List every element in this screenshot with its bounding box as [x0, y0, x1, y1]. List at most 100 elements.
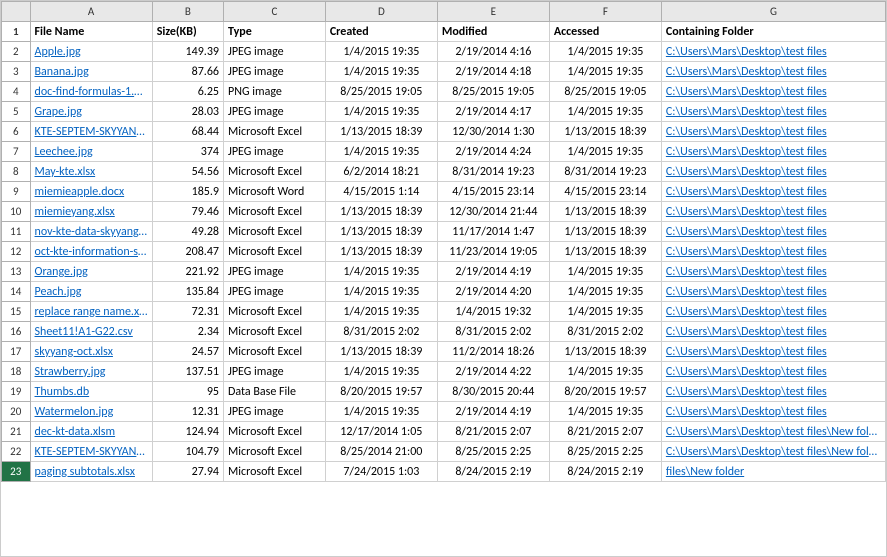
cell-modified: 8/24/2015 2:19: [437, 462, 549, 482]
cell-created: 1/4/2015 19:35: [325, 402, 437, 422]
col-header-c[interactable]: C: [224, 2, 326, 22]
cell-type: JPEG image: [224, 282, 326, 302]
col-header-g[interactable]: G: [661, 2, 885, 22]
row-number: 23: [2, 462, 31, 482]
table-row: 3Banana.jpg87.66JPEG image1/4/2015 19:35…: [2, 62, 886, 82]
table-row: 23paging subtotals.xlsx27.94Microsoft Ex…: [2, 462, 886, 482]
col-header-b[interactable]: B: [152, 2, 223, 22]
col-header-f[interactable]: F: [549, 2, 661, 22]
table-row: 11nov-kte-data-skyyang.xlsx49.28Microsof…: [2, 222, 886, 242]
cell-filename[interactable]: Leechee.jpg: [30, 142, 152, 162]
col-header-a[interactable]: A: [30, 2, 152, 22]
row-number: 12: [2, 242, 31, 262]
cell-created: 8/25/2014 21:00: [325, 442, 437, 462]
col-header-d[interactable]: D: [325, 2, 437, 22]
cell-created: 6/2/2014 18:21: [325, 162, 437, 182]
cell-filename[interactable]: KTE-SEPTEM-SKYYANG.xlsx: [30, 442, 152, 462]
cell-filename[interactable]: Orange.jpg: [30, 262, 152, 282]
cell-modified: 12/30/2014 1:30: [437, 122, 549, 142]
cell-modified: 12/30/2014 21:44: [437, 202, 549, 222]
cell-folder[interactable]: C:\Users\Mars\Desktop\test files: [661, 142, 885, 162]
cell-folder[interactable]: C:\Users\Mars\Desktop\test files: [661, 382, 885, 402]
cell-type: Microsoft Excel: [224, 302, 326, 322]
cell-filename[interactable]: nov-kte-data-skyyang.xlsx: [30, 222, 152, 242]
cell-created: 1/4/2015 19:35: [325, 302, 437, 322]
cell-filename[interactable]: May-kte.xlsx: [30, 162, 152, 182]
cell-accessed: 1/13/2015 18:39: [549, 242, 661, 262]
cell-folder[interactable]: C:\Users\Mars\Desktop\test files: [661, 402, 885, 422]
cell-modified: 2/19/2014 4:16: [437, 42, 549, 62]
cell-folder[interactable]: C:\Users\Mars\Desktop\test files: [661, 322, 885, 342]
cell-type: Microsoft Excel: [224, 442, 326, 462]
cell-filename[interactable]: Sheet11!A1-G22.csv: [30, 322, 152, 342]
cell-modified: 8/25/2015 19:05: [437, 82, 549, 102]
cell-modified: 11/17/2014 1:47: [437, 222, 549, 242]
cell-filename[interactable]: KTE-SEPTEM-SKYYANG.xlsx: [30, 122, 152, 142]
cell-size: 149.39: [152, 42, 223, 62]
cell-created: 1/13/2015 18:39: [325, 342, 437, 362]
cell-size: 374: [152, 142, 223, 162]
cell-filename[interactable]: dec-kt-data.xlsm: [30, 422, 152, 442]
cell-created: 12/17/2014 1:05: [325, 422, 437, 442]
cell-filename[interactable]: Grape.jpg: [30, 102, 152, 122]
cell-filename[interactable]: skyyang-oct.xlsx: [30, 342, 152, 362]
cell-folder[interactable]: C:\Users\Mars\Desktop\test files: [661, 282, 885, 302]
cell-accessed: 8/31/2015 2:02: [549, 322, 661, 342]
cell-filename[interactable]: oct-kte-information-skyya: [30, 242, 152, 262]
cell-size: 95: [152, 382, 223, 402]
cell-filename[interactable]: miemieapple.docx: [30, 182, 152, 202]
cell-filename[interactable]: Strawberry.jpg: [30, 362, 152, 382]
cell-folder[interactable]: C:\Users\Mars\Desktop\test files: [661, 242, 885, 262]
cell-folder[interactable]: files\New folder: [661, 462, 885, 482]
table-row: 9miemieapple.docx185.9Microsoft Word4/15…: [2, 182, 886, 202]
cell-folder[interactable]: C:\Users\Mars\Desktop\test files: [661, 122, 885, 142]
cell-folder[interactable]: C:\Users\Mars\Desktop\test files: [661, 62, 885, 82]
cell-accessed: 8/25/2015 19:05: [549, 82, 661, 102]
cell-folder[interactable]: C:\Users\Mars\Desktop\test files: [661, 82, 885, 102]
col-header-e[interactable]: E: [437, 2, 549, 22]
cell-folder[interactable]: C:\Users\Mars\Desktop\test files: [661, 342, 885, 362]
cell-folder[interactable]: C:\Users\Mars\Desktop\test files: [661, 182, 885, 202]
table-row: 4doc-find-formulas-1.png6.25PNG image8/2…: [2, 82, 886, 102]
cell-filename[interactable]: Peach.jpg: [30, 282, 152, 302]
cell-filename[interactable]: Watermelon.jpg: [30, 402, 152, 422]
cell-folder[interactable]: C:\Users\Mars\Desktop\test files\New fol…: [661, 422, 885, 442]
cell-filename[interactable]: miemieyang.xlsx: [30, 202, 152, 222]
table-row: 16Sheet11!A1-G22.csv2.34Microsoft Excel8…: [2, 322, 886, 342]
cell-modified: 1/4/2015 19:32: [437, 302, 549, 322]
cell-modified: 2/19/2014 4:24: [437, 142, 549, 162]
row-number: 8: [2, 162, 31, 182]
table-row: 2Apple.jpg149.39JPEG image1/4/2015 19:35…: [2, 42, 886, 62]
cell-filename[interactable]: Thumbs.db: [30, 382, 152, 402]
cell-modified: 8/21/2015 2:07: [437, 422, 549, 442]
table-row: 14Peach.jpg135.84JPEG image1/4/2015 19:3…: [2, 282, 886, 302]
cell-folder[interactable]: C:\Users\Mars\Desktop\test files\New fol…: [661, 442, 885, 462]
cell-filename[interactable]: Banana.jpg: [30, 62, 152, 82]
cell-folder[interactable]: C:\Users\Mars\Desktop\test files: [661, 102, 885, 122]
cell-type: Microsoft Excel: [224, 322, 326, 342]
cell-folder[interactable]: C:\Users\Mars\Desktop\test files: [661, 362, 885, 382]
cell-accessed: 1/4/2015 19:35: [549, 402, 661, 422]
cell-created: 1/13/2015 18:39: [325, 242, 437, 262]
cell-folder[interactable]: C:\Users\Mars\Desktop\test files: [661, 222, 885, 242]
cell-folder[interactable]: C:\Users\Mars\Desktop\test files: [661, 302, 885, 322]
cell-size: 104.79: [152, 442, 223, 462]
cell-folder[interactable]: C:\Users\Mars\Desktop\test files: [661, 202, 885, 222]
cell-folder[interactable]: C:\Users\Mars\Desktop\test files: [661, 162, 885, 182]
cell-created: 1/4/2015 19:35: [325, 362, 437, 382]
cell-filename[interactable]: doc-find-formulas-1.png: [30, 82, 152, 102]
cell-size: 221.92: [152, 262, 223, 282]
cell-type: Microsoft Excel: [224, 242, 326, 262]
cell-size: 54.56: [152, 162, 223, 182]
cell-filename[interactable]: replace range name.xlsx: [30, 302, 152, 322]
cell-folder[interactable]: C:\Users\Mars\Desktop\test files: [661, 262, 885, 282]
cell-size: 27.94: [152, 462, 223, 482]
cell-modified: 8/31/2014 19:23: [437, 162, 549, 182]
cell-filename[interactable]: paging subtotals.xlsx: [30, 462, 152, 482]
table-row: 7Leechee.jpg374JPEG image1/4/2015 19:352…: [2, 142, 886, 162]
cell-accessed: 1/13/2015 18:39: [549, 222, 661, 242]
cell-modified: 8/25/2015 2:25: [437, 442, 549, 462]
cell-folder[interactable]: C:\Users\Mars\Desktop\test files: [661, 42, 885, 62]
cell-filename[interactable]: Apple.jpg: [30, 42, 152, 62]
cell-size: 68.44: [152, 122, 223, 142]
